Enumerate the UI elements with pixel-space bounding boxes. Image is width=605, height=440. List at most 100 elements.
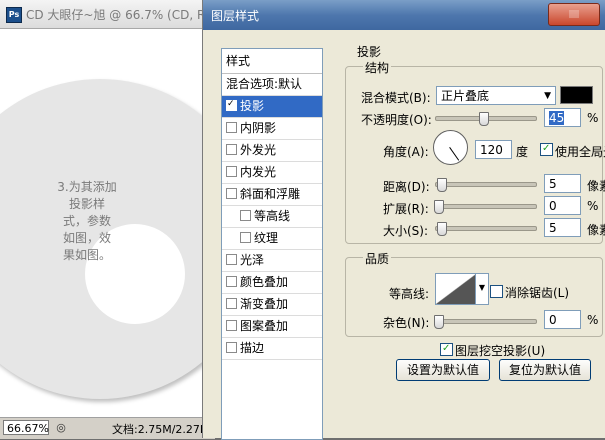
style-item-checkbox[interactable]	[226, 276, 237, 287]
style-item[interactable]: 描边	[222, 338, 322, 360]
angle-unit: 度	[516, 145, 529, 159]
style-item-checkbox[interactable]	[226, 320, 237, 331]
style-item-checkbox[interactable]	[240, 232, 251, 243]
opacity-label: 不透明度(O):	[361, 113, 432, 127]
size-slider-thumb[interactable]	[437, 222, 447, 236]
style-item[interactable]: 斜面和浮雕	[222, 184, 322, 206]
spread-input[interactable]: 0	[544, 196, 581, 215]
layer-style-dialog: 图层样式 样式 混合选项:默认投影内阴影外发光内发光斜面和浮雕等高线纹理光泽颜色…	[202, 0, 605, 440]
style-item-checkbox[interactable]	[226, 188, 237, 199]
distance-slider-track[interactable]	[435, 182, 537, 187]
style-item-checkbox[interactable]	[226, 122, 237, 133]
angle-label: 角度(A):	[383, 145, 429, 159]
document-size-info[interactable]: 文档:2.75M/2.27M	[112, 421, 209, 437]
zoom-level-field[interactable]: 66.67%	[3, 420, 49, 435]
style-item[interactable]: 投影	[222, 96, 322, 118]
contour-dropdown-button[interactable]: ▼	[475, 273, 489, 305]
style-item[interactable]: 颜色叠加	[222, 272, 322, 294]
close-button[interactable]	[548, 3, 600, 26]
opacity-slider-thumb[interactable]	[479, 112, 489, 126]
opacity-unit: %	[587, 111, 599, 125]
document-window: Ps CD 大眼仔~旭 @ 66.7% (CD, RG 3.为其添加 投影样 式…	[0, 0, 215, 439]
style-item-label: 描边	[240, 341, 265, 355]
knockout-checkbox[interactable]	[440, 342, 453, 356]
contour-label: 等高线:	[389, 287, 430, 301]
style-item-label: 投影	[240, 99, 265, 113]
opacity-input[interactable]: 45	[544, 108, 581, 127]
angle-input[interactable]: 120	[475, 140, 512, 159]
style-item-checkbox[interactable]	[226, 342, 237, 353]
antialias-label: 消除锯齿(L)	[505, 286, 570, 300]
noise-slider-thumb[interactable]	[434, 315, 444, 329]
style-item-checkbox[interactable]	[226, 166, 237, 177]
size-unit: 像素	[587, 223, 605, 237]
spread-slider-track[interactable]	[435, 204, 537, 209]
make-default-button[interactable]: 设置为默认值	[396, 359, 490, 381]
document-titlebar[interactable]: Ps CD 大眼仔~旭 @ 66.7% (CD, RG	[0, 0, 215, 29]
style-item-checkbox[interactable]	[226, 298, 237, 309]
dialog-body: 样式 混合选项:默认投影内阴影外发光内发光斜面和浮雕等高线纹理光泽颜色叠加渐变叠…	[203, 30, 605, 440]
spread-slider-thumb[interactable]	[434, 200, 444, 214]
style-item-label: 斜面和浮雕	[240, 187, 301, 201]
dialog-title: 图层样式	[211, 9, 260, 23]
style-item[interactable]: 图案叠加	[222, 316, 322, 338]
angle-dial-hand	[449, 147, 460, 161]
shadow-color-swatch[interactable]	[560, 86, 593, 104]
styles-list-header[interactable]: 样式	[222, 49, 322, 74]
noise-label: 杂色(N):	[383, 316, 430, 330]
spread-unit: %	[587, 199, 599, 213]
noise-slider-track[interactable]	[435, 319, 537, 324]
document-statusbar: 66.67% ◎ 文档:2.75M/2.27M	[0, 417, 215, 439]
style-item[interactable]: 混合选项:默认	[222, 74, 322, 96]
distance-unit: 像素	[587, 179, 605, 193]
blend-mode-label: 混合模式(B):	[361, 91, 431, 105]
global-light-label: 使用全局光	[555, 145, 605, 159]
antialias-checkbox[interactable]	[490, 285, 503, 298]
style-item-label: 渐变叠加	[240, 297, 289, 311]
quality-group-title: 品质	[363, 250, 392, 267]
knockout-label: 图层挖空投影(U)	[455, 344, 546, 358]
contour-curve-icon	[436, 274, 476, 304]
size-label: 大小(S):	[383, 224, 429, 238]
style-item-checkbox[interactable]	[226, 144, 237, 155]
spread-label: 扩展(R):	[383, 202, 429, 216]
photoshop-icon: Ps	[6, 7, 22, 23]
style-item-label: 纹理	[254, 231, 279, 245]
navigator-icon[interactable]: ◎	[54, 421, 68, 435]
style-item-label: 颜色叠加	[240, 275, 289, 289]
style-item[interactable]: 纹理	[222, 228, 322, 250]
angle-dial[interactable]	[433, 130, 468, 165]
reset-default-button[interactable]: 复位为默认值	[499, 359, 591, 381]
blend-mode-value: 正片叠底	[441, 89, 490, 103]
style-item[interactable]: 等高线	[222, 206, 322, 228]
size-slider-track[interactable]	[435, 226, 537, 231]
distance-label: 距离(D):	[383, 180, 430, 194]
size-input[interactable]: 5	[544, 218, 581, 237]
style-item-checkbox[interactable]	[226, 98, 237, 111]
noise-input[interactable]: 0	[544, 310, 581, 329]
style-item[interactable]: 渐变叠加	[222, 294, 322, 316]
contour-preview[interactable]	[435, 273, 477, 305]
styles-list: 样式 混合选项:默认投影内阴影外发光内发光斜面和浮雕等高线纹理光泽颜色叠加渐变叠…	[221, 48, 323, 440]
style-item[interactable]: 外发光	[222, 140, 322, 162]
document-title: CD 大眼仔~旭 @ 66.7% (CD, RG	[26, 8, 215, 22]
document-canvas[interactable]: 3.为其添加 投影样 式，参数 如图，效 果如图。	[0, 29, 210, 417]
style-item-label: 内发光	[240, 165, 277, 179]
style-item-label: 光泽	[240, 253, 265, 267]
style-item[interactable]: 内阴影	[222, 118, 322, 140]
style-item[interactable]: 内发光	[222, 162, 322, 184]
distance-input[interactable]: 5	[544, 174, 581, 193]
style-item-label: 等高线	[254, 209, 291, 223]
structure-group-title: 结构	[363, 59, 392, 76]
style-item-checkbox[interactable]	[240, 210, 251, 221]
global-light-checkbox[interactable]	[540, 142, 553, 156]
section-title: 投影	[357, 45, 382, 59]
dialog-titlebar[interactable]: 图层样式	[203, 0, 605, 30]
noise-unit: %	[587, 313, 599, 327]
style-item-checkbox[interactable]	[226, 254, 237, 265]
blend-mode-select[interactable]: 正片叠底 ▼	[436, 86, 556, 105]
style-item[interactable]: 光泽	[222, 250, 322, 272]
distance-slider-thumb[interactable]	[437, 178, 447, 192]
style-item-label: 外发光	[240, 143, 277, 157]
style-item-label: 混合选项:默认	[226, 77, 303, 91]
